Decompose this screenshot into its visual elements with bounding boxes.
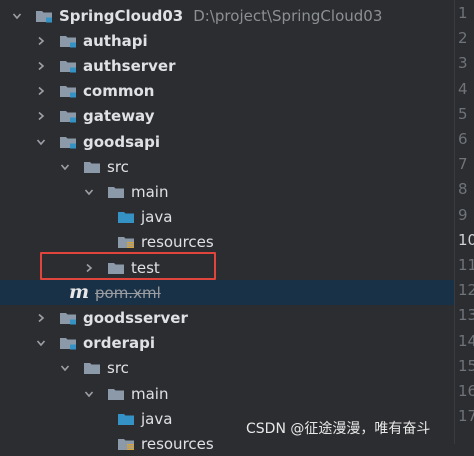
tree-row-authapi[interactable]: authapi <box>0 28 454 53</box>
tree-item-label: authserver <box>83 56 176 75</box>
folder-icon <box>82 356 102 381</box>
tree-item-label: src <box>107 359 129 378</box>
chevron-down-icon[interactable] <box>10 3 24 28</box>
tree-row-goodsapi-pom[interactable]: m pom.xml <box>0 280 454 306</box>
tree-row-orderapi-main[interactable]: main <box>0 381 454 406</box>
chevron-down-icon[interactable] <box>82 381 96 406</box>
tree-item-label: gateway <box>83 107 155 126</box>
line-number: 8 <box>458 180 468 199</box>
chevron-down-icon[interactable] <box>58 154 72 179</box>
tree-row-orderapi-src[interactable]: src <box>0 356 454 381</box>
source-folder-icon <box>116 205 136 230</box>
line-number: 4 <box>458 79 468 98</box>
tree-row-goodsapi-resources[interactable]: resources <box>0 230 454 255</box>
module-folder-icon <box>58 28 78 53</box>
project-tree[interactable]: SpringCloud03 D:\project\SpringCloud03 aut… <box>0 0 454 453</box>
module-folder-icon <box>58 79 78 104</box>
chevron-right-icon[interactable] <box>34 79 48 104</box>
tree-item-label: goodsserver <box>83 308 188 327</box>
project-path: D:\project\SpringCloud03 <box>193 6 383 25</box>
tree-item-label: SpringCloud03 <box>59 6 184 25</box>
tree-item-label: java <box>141 208 173 227</box>
chevron-down-icon[interactable] <box>58 356 72 381</box>
tree-item-label: test <box>131 258 160 277</box>
chevron-right-icon[interactable] <box>34 53 48 78</box>
module-folder-icon <box>34 3 54 28</box>
tree-row-gateway[interactable]: gateway <box>0 104 454 129</box>
line-number: 17 <box>458 407 474 426</box>
chevron-down-icon[interactable] <box>82 179 96 204</box>
tree-row-root[interactable]: SpringCloud03 D:\project\SpringCloud03 <box>0 3 454 28</box>
tree-row-goodsserver[interactable]: goodsserver <box>0 305 454 330</box>
line-number: 12 <box>458 281 474 300</box>
line-number: 11 <box>458 256 474 274</box>
source-folder-icon <box>116 406 136 431</box>
folder-icon <box>106 255 126 280</box>
line-number: 10 <box>458 230 474 249</box>
line-number: 1 <box>458 4 468 22</box>
tree-row-authserver[interactable]: authserver <box>0 53 454 78</box>
tree-item-label: java <box>141 409 173 428</box>
tree-item-label: authapi <box>83 31 148 50</box>
module-folder-icon <box>58 129 78 154</box>
tree-row-goodsapi-src[interactable]: src <box>0 154 454 179</box>
tree-item-label: main <box>131 182 169 201</box>
module-folder-icon <box>58 53 78 78</box>
tree-row-goodsapi-test[interactable]: test <box>0 255 454 280</box>
tree-row-goodsapi-java[interactable]: java <box>0 205 454 230</box>
module-folder-icon <box>58 331 78 356</box>
line-number: 2 <box>458 29 468 48</box>
tree-row-common[interactable]: common <box>0 79 454 104</box>
line-number: 16 <box>458 382 474 400</box>
tree-item-label: goodsapi <box>83 132 161 151</box>
editor-gutter: 1234567891011121314151617 <box>454 0 474 444</box>
line-number: 13 <box>458 306 474 325</box>
chevron-down-icon[interactable] <box>34 129 48 154</box>
folder-icon <box>106 381 126 406</box>
tree-row-orderapi[interactable]: orderapi <box>0 331 454 356</box>
watermark: CSDN @征途漫漫，唯有奋斗 <box>246 421 431 437</box>
line-number: 15 <box>458 356 474 375</box>
tree-item-label: orderapi <box>83 334 156 353</box>
line-number: 3 <box>458 54 468 73</box>
module-folder-icon <box>58 305 78 330</box>
line-number: 5 <box>458 104 468 123</box>
line-number: 7 <box>458 155 468 174</box>
line-number: 14 <box>458 331 474 350</box>
resources-folder-icon <box>116 230 136 255</box>
chevron-right-icon[interactable] <box>34 305 48 330</box>
folder-icon <box>106 179 126 204</box>
chevron-right-icon[interactable] <box>34 28 48 53</box>
tree-item-label: pom.xml <box>95 283 161 302</box>
module-folder-icon <box>58 104 78 129</box>
tree-item-label: resources <box>141 233 214 252</box>
line-number: 6 <box>458 130 468 148</box>
tree-row-goodsapi[interactable]: goodsapi <box>0 129 454 154</box>
chevron-right-icon[interactable] <box>82 255 96 280</box>
line-number: 9 <box>458 205 468 224</box>
folder-icon <box>82 154 102 179</box>
tree-item-label: src <box>107 157 129 176</box>
maven-icon: m <box>68 281 90 304</box>
tree-row-goodsapi-main[interactable]: main <box>0 179 454 204</box>
chevron-right-icon[interactable] <box>34 104 48 129</box>
tree-item-label: main <box>131 384 169 403</box>
tree-item-label: common <box>83 82 155 101</box>
chevron-down-icon[interactable] <box>34 331 48 356</box>
